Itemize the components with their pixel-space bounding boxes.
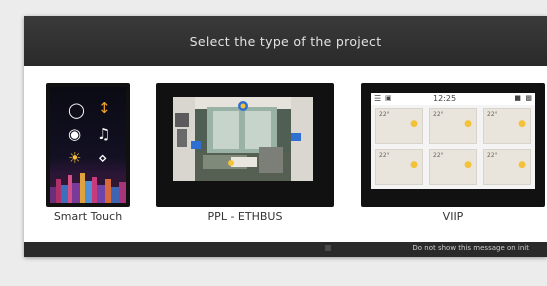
option-label-viip: VIIP (442, 210, 464, 223)
bulb-icon: ◯ (68, 101, 85, 119)
music-icon: ♫ (97, 125, 111, 143)
room-photo-image (173, 97, 313, 181)
room-tile[interactable]: 22° ● (483, 108, 531, 144)
viip-panel-image: ☰ ▣ 12:25 ■ ▩ 22° ● 22° ● 22° ● 22° ● 22… (361, 83, 545, 207)
dialog-title: Select the type of the project (189, 33, 382, 49)
sun-icon: ☀ (68, 149, 82, 167)
room-tile[interactable]: 22° ● (429, 108, 477, 144)
viip-screen: ☰ ▣ 12:25 ■ ▩ 22° ● 22° ● 22° ● 22° ● 22… (371, 93, 535, 189)
bulb-icon: ● (410, 160, 418, 170)
bulb-icon: ● (518, 160, 526, 170)
option-label-ppl-ethbus: PPL - ETHBUS (207, 210, 283, 223)
room-tile[interactable]: 22° ● (375, 149, 423, 185)
footer-checkbox[interactable] (325, 245, 331, 251)
bulb-icon: ● (464, 160, 472, 170)
message-icon: ▩ (525, 94, 532, 102)
viip-time: 12:25 (433, 94, 457, 103)
option-ppl-ethbus[interactable]: PPL - ETHBUS (156, 66, 334, 226)
option-smart-touch[interactable]: ◯ ↕ ◉ ♫ ☀ ⋄ Smart Touch (46, 66, 130, 226)
ppl-screen (173, 97, 313, 181)
project-options: ◯ ↕ ◉ ♫ ☀ ⋄ Smart Touch PPL - ETHBUS ☰ ▣… (24, 66, 547, 242)
bulb-icon: ● (410, 119, 418, 129)
drops-icon: ⋄ (98, 149, 108, 167)
bulb-icon: ● (518, 119, 526, 129)
project-type-dialog: Select the type of the project ◯ ↕ ◉ ♫ ☀… (24, 16, 547, 257)
camera-icon: ▣ (385, 94, 392, 102)
thermometer-icon: ↕ (98, 99, 111, 117)
menu-icon: ☰ (374, 94, 382, 103)
option-label-smart-touch: Smart Touch (53, 210, 123, 223)
room-tile[interactable]: 22° ● (429, 149, 477, 185)
viip-status-bar: ☰ ▣ 12:25 ■ ▩ (371, 93, 535, 105)
option-viip[interactable]: ☰ ▣ 12:25 ■ ▩ 22° ● 22° ● 22° ● 22° ● 22… (361, 66, 545, 226)
smart-touch-panel-image: ◯ ↕ ◉ ♫ ☀ ⋄ (46, 83, 130, 207)
dialog-title-bar: Select the type of the project (24, 16, 547, 66)
room-tile[interactable]: 22° ● (375, 108, 423, 144)
dialog-footer: Do not show this message on init (24, 242, 547, 257)
do-not-show-label[interactable]: Do not show this message on init (412, 244, 529, 252)
ppl-panel-image (156, 83, 334, 207)
smart-touch-screen: ◯ ↕ ◉ ♫ ☀ ⋄ (50, 87, 126, 203)
room-tile[interactable]: 22° ● (483, 149, 531, 185)
city-skyline-image (50, 173, 126, 203)
lock-icon: ■ (514, 94, 521, 102)
bulb-icon: ● (464, 119, 472, 129)
target-icon: ◉ (68, 125, 82, 143)
